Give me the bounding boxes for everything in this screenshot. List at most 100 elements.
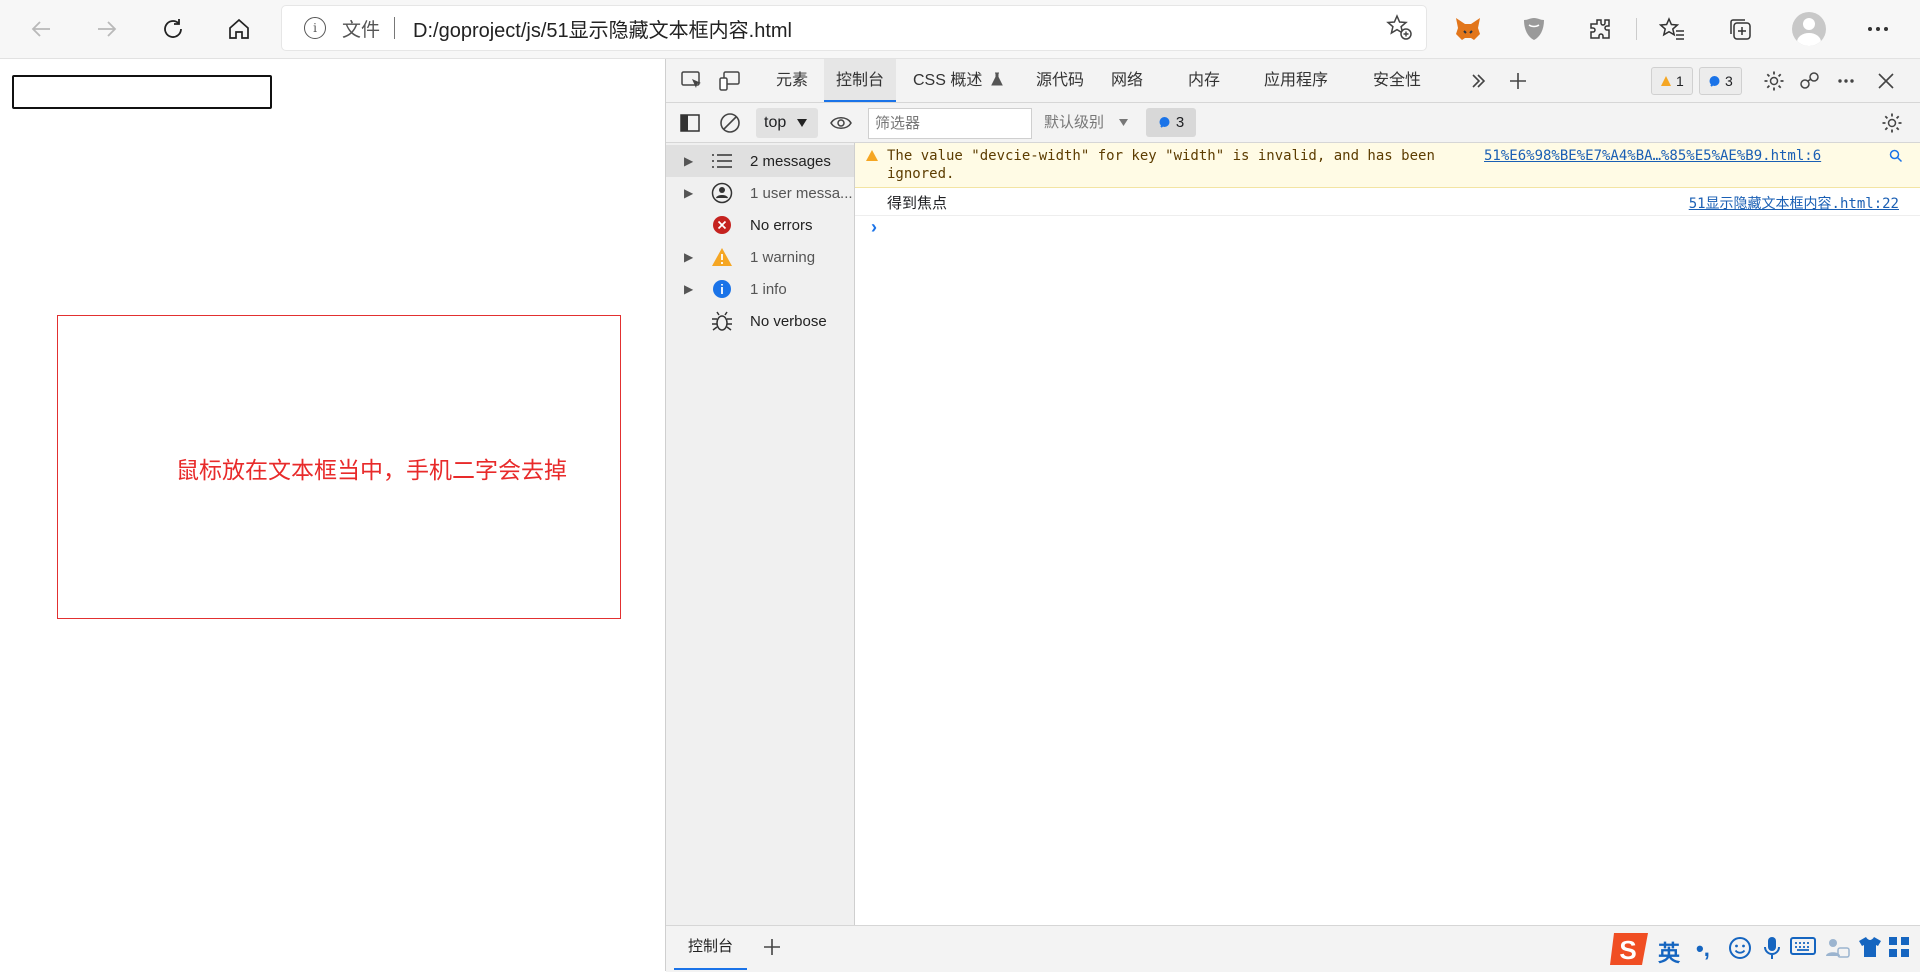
inspect-element-button[interactable] <box>678 67 706 95</box>
tab-memory[interactable]: 内存 <box>1188 59 1220 102</box>
sogou-ime-logo[interactable]: S <box>1608 929 1652 975</box>
filter-input[interactable] <box>868 108 1032 139</box>
clear-console-button[interactable] <box>716 109 744 137</box>
ime-language-toggle[interactable]: 英 <box>1658 936 1680 968</box>
keyboard-icon <box>1790 937 1816 955</box>
settings-more-button[interactable] <box>1860 12 1896 46</box>
search-icon[interactable] <box>1889 149 1903 163</box>
console-settings-button[interactable] <box>1878 109 1906 137</box>
tab-css-overview[interactable]: CSS 概述 <box>913 59 1003 102</box>
add-tab-button[interactable] <box>1504 67 1532 95</box>
profile-avatar[interactable] <box>1792 12 1826 46</box>
live-expression-button[interactable] <box>827 109 855 137</box>
log-source-link[interactable]: 51显示隐藏文本框内容.html:22 <box>1689 193 1899 213</box>
sidebar-item-info[interactable]: ▶ 1 info <box>666 273 854 305</box>
tab-sources[interactable]: 源代码 <box>1036 59 1084 102</box>
info-icon[interactable]: i <box>304 17 326 39</box>
url-text[interactable]: D:/goproject/js/51显示隐藏文本框内容.html <box>413 14 792 43</box>
collections-button[interactable] <box>1722 12 1758 46</box>
expand-triangle-icon: ▶ <box>684 154 694 168</box>
collections-icon <box>1730 19 1751 40</box>
issues-badge[interactable]: 3 <box>1699 67 1742 95</box>
console-sidebar: ▶ 2 messages ▶ 1 user messa... No errors… <box>666 143 855 925</box>
metamask-extension-button[interactable] <box>1450 12 1486 46</box>
devtools-tabbar: 元素 控制台 CSS 概述 源代码 网络 内存 应用程序 安全性 1 3 <box>666 59 1920 103</box>
ime-keyboard-button[interactable] <box>1790 936 1816 962</box>
ime-toolbox-button[interactable] <box>1824 936 1850 966</box>
close-devtools-button[interactable] <box>1872 67 1900 95</box>
sidebar-item-verbose[interactable]: No verbose <box>666 305 854 337</box>
grid-icon <box>1889 937 1909 957</box>
home-button[interactable] <box>222 12 256 46</box>
warning-source-link[interactable]: 51%E6%98%BE%E7%A4%BA…%85%E5%AE%B9.html:6 <box>1484 148 1821 164</box>
user-icon <box>711 182 733 204</box>
flask-icon <box>991 72 1003 86</box>
console-messages: The value "devcie-width" for key "width"… <box>855 143 1920 925</box>
bug-icon <box>711 310 733 332</box>
log-text: 得到焦点 <box>887 195 948 212</box>
connected-people-icon <box>1800 72 1819 89</box>
ime-punctuation-toggle[interactable]: •, <box>1696 936 1710 962</box>
devtools-more-button[interactable] <box>1832 67 1860 95</box>
add-favorite-button[interactable] <box>1386 14 1412 47</box>
tab-network[interactable]: 网络 <box>1111 59 1143 102</box>
warning-icon <box>866 150 878 161</box>
context-selector[interactable]: top <box>756 108 818 138</box>
drawer-tab-console[interactable]: 控制台 <box>674 926 748 970</box>
warning-text-line2: ignored. <box>887 166 955 182</box>
more-tabs-button[interactable] <box>1464 67 1492 95</box>
block-icon <box>720 113 740 133</box>
gear-icon <box>1882 113 1902 133</box>
extension-button[interactable] <box>1516 12 1552 46</box>
chevron-double-right-icon <box>1472 74 1486 88</box>
puzzle-icon <box>1590 19 1610 39</box>
log-level-dropdown[interactable]: 默认级别 <box>1044 109 1129 137</box>
issues-count: 3 <box>1725 73 1733 89</box>
sidebar-item-label: 1 warning <box>750 248 816 266</box>
toggle-sidebar-button[interactable] <box>676 109 704 137</box>
shirt-icon <box>1859 937 1881 957</box>
console-prompt-chevron-icon[interactable]: › <box>871 217 877 238</box>
tab-security[interactable]: 安全性 <box>1373 59 1421 102</box>
text-input[interactable] <box>12 75 272 109</box>
svg-text:S: S <box>1619 935 1636 965</box>
refresh-button[interactable] <box>156 12 190 46</box>
favorites-button[interactable] <box>1654 12 1690 46</box>
page-content: 鼠标放在文本框当中，手机二字会去掉 <box>0 59 665 971</box>
address-bar[interactable]: i 文件 D:/goproject/js/51显示隐藏文本框内容.html <box>282 6 1426 50</box>
sidebar-item-user-messages[interactable]: ▶ 1 user messa... <box>666 177 854 209</box>
sidebar-item-label: No errors <box>750 216 813 234</box>
tab-elements[interactable]: 元素 <box>776 59 808 102</box>
inspect-icon <box>681 71 701 88</box>
list-icon <box>711 150 733 172</box>
warnings-badge[interactable]: 1 <box>1651 67 1693 95</box>
drawer-add-tab-button[interactable] <box>758 933 786 961</box>
sidebar-item-label: 2 messages <box>750 152 831 170</box>
devtools-drawer-bar: 控制台 S 英 •, <box>666 925 1920 972</box>
ime-skin-button[interactable] <box>1858 936 1882 964</box>
tab-application[interactable]: 应用程序 <box>1264 59 1328 102</box>
sidebar-item-errors[interactable]: No errors <box>666 209 854 241</box>
issues-count-button[interactable]: 3 <box>1146 108 1196 137</box>
message-bubble-icon <box>1159 117 1170 128</box>
sidebar-item-warnings[interactable]: ▶ 1 warning <box>666 241 854 273</box>
feedback-button[interactable] <box>1796 67 1824 95</box>
more-dots-icon <box>1838 79 1854 83</box>
sidebar-item-messages[interactable]: ▶ 2 messages <box>666 145 854 177</box>
back-button[interactable] <box>24 12 58 46</box>
log-level-label: 默认级别 <box>1044 114 1105 131</box>
sidebar-toggle-icon <box>680 114 700 132</box>
ime-menu-button[interactable] <box>1888 936 1910 964</box>
forward-button[interactable] <box>90 12 124 46</box>
devtools-settings-button[interactable] <box>1760 67 1788 95</box>
ime-voice-button[interactable] <box>1762 936 1782 966</box>
console-warning-message: The value "devcie-width" for key "width"… <box>855 143 1920 188</box>
sidebar-item-label: 1 user messa... <box>750 184 853 202</box>
ime-emoji-button[interactable] <box>1728 936 1752 966</box>
console-log-message: 得到焦点 51显示隐藏文本框内容.html:22 <box>855 188 1920 216</box>
tab-console[interactable]: 控制台 <box>824 59 897 102</box>
extensions-button[interactable] <box>1582 12 1618 46</box>
issues-count-value: 3 <box>1175 114 1185 131</box>
device-emulation-button[interactable] <box>716 67 744 95</box>
favorites-list-icon <box>1659 17 1684 40</box>
